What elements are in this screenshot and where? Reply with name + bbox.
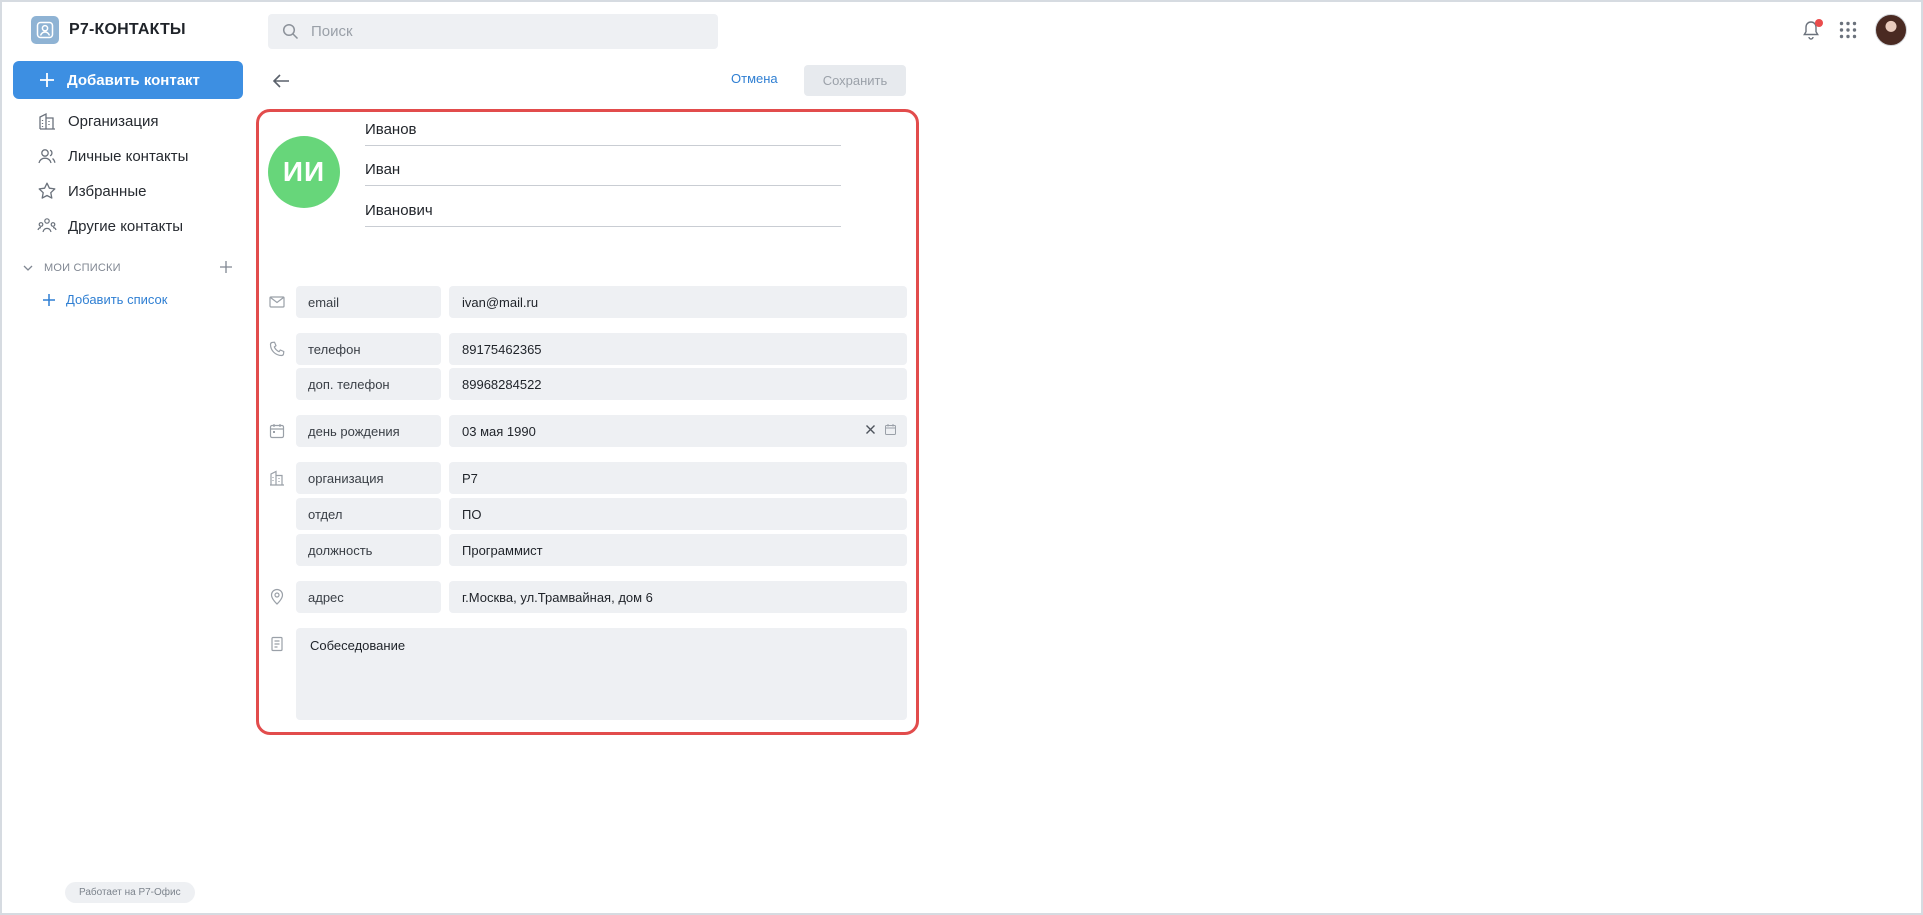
search-box[interactable] (268, 14, 718, 49)
plus-icon (40, 73, 54, 87)
star-icon (38, 182, 56, 199)
sidebar-item-label: Организация (68, 112, 159, 130)
back-arrow-icon[interactable] (270, 70, 292, 92)
sidebar-item-label: Избранные (68, 182, 147, 200)
email-label: email (296, 286, 441, 318)
add-list-button[interactable]: Добавить список (42, 292, 167, 307)
top-right-actions (1801, 14, 1907, 46)
building-icon (270, 470, 284, 486)
birthday-value: 03 мая 1990 (462, 423, 536, 439)
avatar-initials: ИИ (282, 156, 326, 187)
address-field[interactable]: г.Москва, ул.Трамвайная, дом 6 (449, 581, 907, 613)
add-contact-label: Добавить контакт (67, 71, 200, 89)
app-title: Р7-КОНТАКТЫ (69, 21, 186, 38)
birthday-label: день рождения (296, 415, 441, 447)
phone-icon (269, 341, 285, 357)
group-icon (37, 218, 57, 233)
position-label: должность (296, 534, 441, 566)
sidebar-item-label: Личные контакты (68, 147, 189, 165)
note-field[interactable]: Собеседование (296, 628, 907, 720)
my-lists-heading: МОИ СПИСКИ (44, 262, 121, 274)
search-icon (282, 23, 299, 40)
first-name-field[interactable]: Иван (365, 154, 841, 186)
plus-icon (43, 293, 55, 306)
address-label: адрес (296, 581, 441, 613)
sidebar-item-other-contacts[interactable]: Другие контакты (37, 216, 183, 236)
building-icon (39, 112, 55, 130)
calendar-icon (269, 424, 285, 439)
add-list-plus-icon[interactable] (218, 259, 234, 275)
organization-label: организация (296, 462, 441, 494)
sidebar-item-personal-contacts[interactable]: Личные контакты (37, 146, 188, 166)
sidebar-item-organization[interactable]: Организация (37, 111, 158, 131)
department-label: отдел (296, 498, 441, 530)
organization-field[interactable]: Р7 (449, 462, 907, 494)
people-icon (38, 149, 56, 164)
app-logo[interactable]: Р7-КОНТАКТЫ (31, 16, 186, 44)
user-avatar[interactable] (1875, 14, 1907, 46)
department-field[interactable]: ПО (449, 498, 907, 530)
phone2-label: доп. телефон (296, 368, 441, 400)
search-input[interactable] (311, 23, 691, 40)
phone2-field[interactable]: 89968284522 (449, 368, 907, 400)
sidebar-item-label: Другие контакты (68, 217, 183, 235)
notification-badge (1815, 19, 1823, 27)
birthday-field[interactable]: 03 мая 1990 (449, 415, 907, 447)
contact-avatar[interactable]: ИИ (268, 136, 340, 208)
position-field[interactable]: Программист (449, 534, 907, 566)
last-name-field[interactable]: Иванов (365, 114, 841, 146)
date-picker-icon[interactable] (884, 423, 897, 436)
note-icon (271, 636, 283, 652)
save-label: Сохранить (822, 73, 888, 88)
chevron-down-icon[interactable] (22, 262, 34, 274)
apps-grid-icon[interactable] (1839, 21, 1857, 39)
save-button[interactable]: Сохранить (804, 65, 906, 96)
phone-field[interactable]: 89175462365 (449, 333, 907, 365)
notifications-button[interactable] (1801, 19, 1823, 41)
cancel-button[interactable]: Отмена (731, 71, 778, 86)
sidebar-item-favorites[interactable]: Избранные (37, 181, 146, 201)
phone-label: телефон (296, 333, 441, 365)
clear-icon[interactable] (865, 424, 876, 435)
powered-by-badge: Работает на Р7-Офис (65, 882, 195, 903)
powered-by-text: Работает на Р7-Офис (79, 887, 181, 898)
location-pin-icon (270, 588, 284, 605)
add-list-label: Добавить список (66, 292, 168, 307)
add-contact-button[interactable]: Добавить контакт (13, 61, 243, 99)
mail-icon (269, 296, 285, 308)
email-field[interactable]: ivan@mail.ru (449, 286, 907, 318)
middle-name-field[interactable]: Иванович (365, 195, 841, 227)
contacts-logo-icon (31, 16, 59, 44)
my-lists-section: МОИ СПИСКИ (22, 259, 234, 275)
